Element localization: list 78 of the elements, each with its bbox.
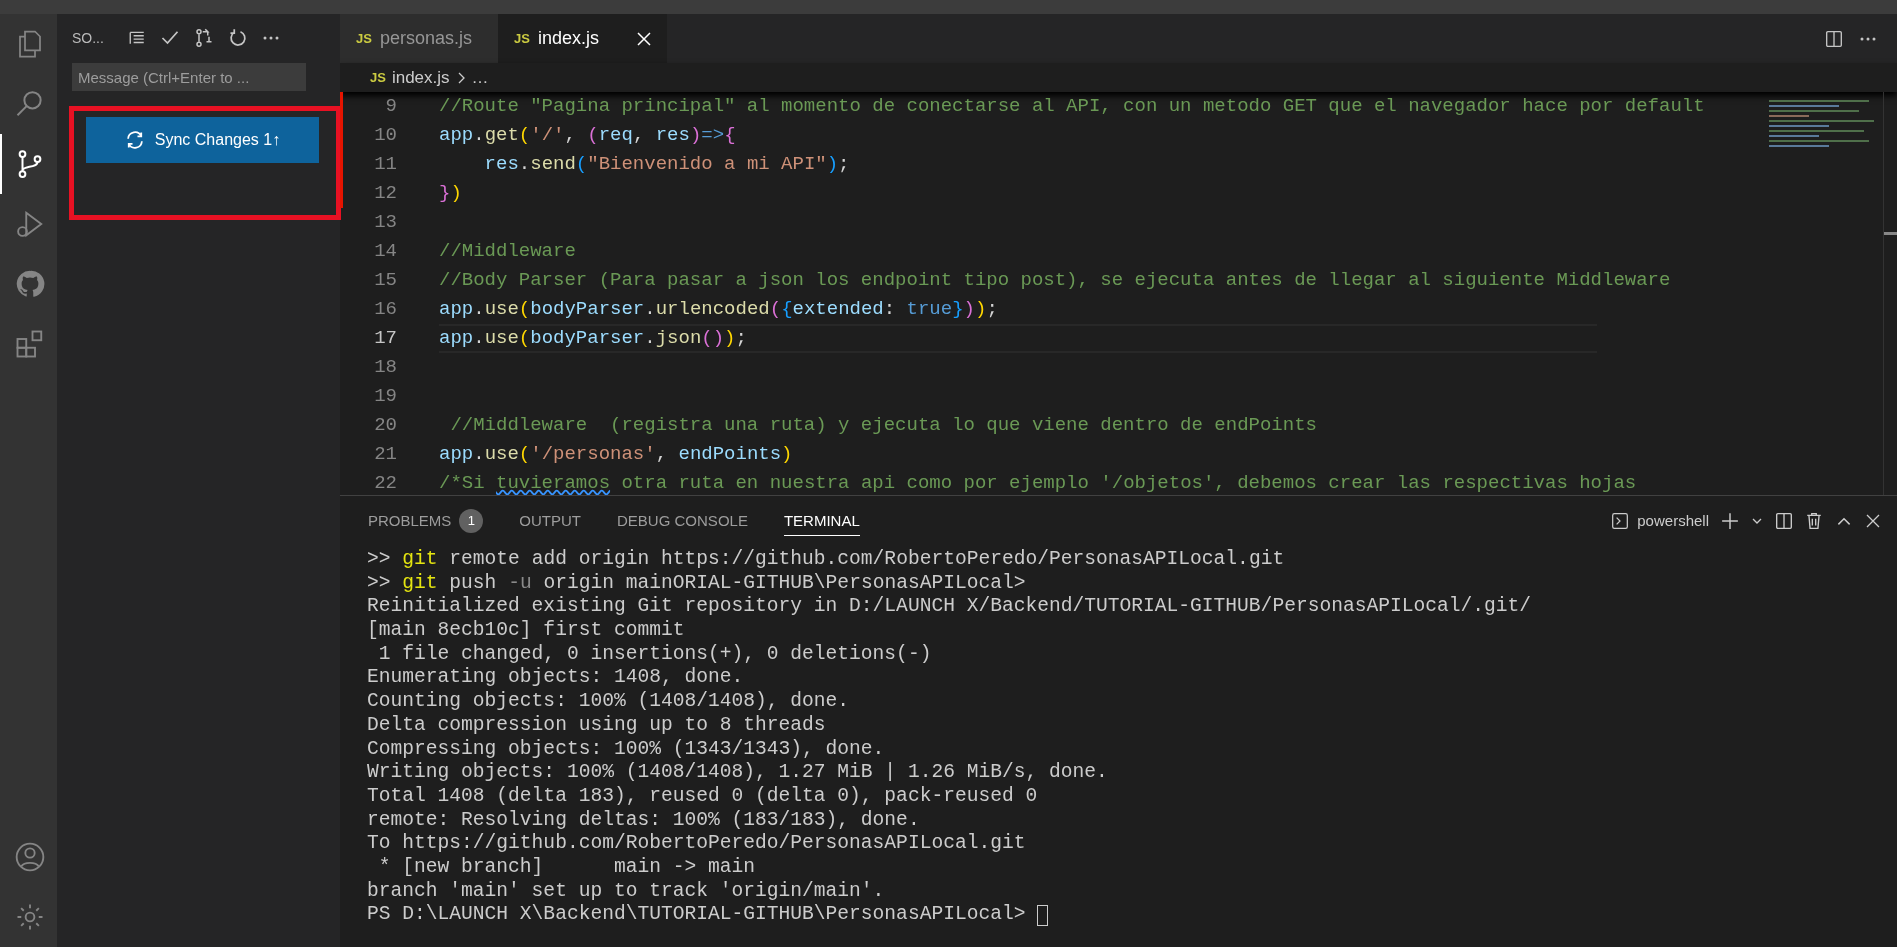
code-comment: //Body Parser (Para pasar a json los endpoint tipo post), se ejecuta antes de llegar al siguiente Middleware [439, 268, 1671, 294]
panel-tab[interactable]: TERMINAL [783, 505, 860, 537]
pull-request-icon[interactable] [193, 28, 214, 48]
terminal-line: Writing objects: 100% (1408/1408), 1.27 MiB | 1.26 MiB/s, done. [367, 761, 1108, 785]
js-file-icon: JS [514, 28, 530, 49]
line-number: 9 [384, 94, 397, 120]
code-comment: /*Si tuvieramos otra ruta en nuestra api como por ejemplo '/objetos', debemos crear las respectivas hojas [439, 471, 1637, 495]
line-number: 10 [373, 123, 397, 149]
terminal-line: PS D:\LAUNCH X\Backend\TUTORIAL-GITHUB\PersonasAPILocal> [367, 903, 1027, 927]
line-number: 14 [373, 239, 397, 265]
close-icon[interactable] [1865, 513, 1881, 529]
line-number: 16 [373, 297, 397, 323]
terminal-line: branch 'main' set up to track 'origin/main'. [367, 879, 885, 904]
breadcrumb-item[interactable]: index.js [391, 64, 450, 91]
code-text: app.use('/personas', endPoints) [439, 442, 793, 468]
line-number: 12 [373, 181, 397, 207]
count-badge: 1 [459, 509, 484, 533]
sync-changes-button[interactable]: Sync Changes 1↑ [86, 117, 319, 163]
refresh-icon[interactable] [227, 28, 248, 48]
panel-tab[interactable]: OUTPUT [519, 505, 582, 537]
code-text: }) [439, 181, 462, 207]
editor-tab[interactable]: JS personas.js [340, 14, 498, 63]
line-number: 18 [373, 355, 397, 381]
tree-view-icon[interactable] [127, 29, 146, 47]
terminal-line: Compressing objects: 100% (1343/1343), done. [367, 737, 885, 762]
terminal-line: >> git remote add origin https://github.com/RobertoPeredo/PersonasAPILocal.git [367, 548, 1285, 572]
terminal-line: >> git push -u origin mainORIAL-GITHUB\PersonasAPILocal> [367, 571, 1026, 596]
commit-message-field[interactable]: Message (Ctrl+Enter to ... [72, 63, 306, 91]
panel-tab[interactable]: DEBUG CONSOLE [617, 505, 748, 537]
line-number: 13 [373, 210, 397, 236]
breadcrumb-item[interactable]: … [471, 64, 489, 91]
split-editor-icon[interactable] [1825, 29, 1843, 48]
terminal-line: remote: Resolving deltas: 100% (183/183), done. [367, 808, 920, 833]
terminal-line: Enumerating objects: 1408, done. [367, 666, 744, 691]
js-file-icon: JS [370, 67, 386, 88]
search-icon[interactable] [14, 89, 45, 119]
code-comment: //Route "Pagina principal" al momento de conectarse al API, con un metodo GET que el navegador hace por default [439, 94, 1705, 120]
line-number: 17 [373, 326, 397, 352]
line-number: 20 [373, 413, 397, 439]
line-number: 22 [373, 471, 397, 495]
chevron-down-icon[interactable] [1751, 516, 1763, 526]
line-number: 19 [373, 384, 397, 410]
tab-label: personas.js [379, 27, 472, 50]
extensions-icon[interactable] [14, 329, 45, 359]
terminal-line: To https://github.com/RobertoPeredo/PersonasAPILocal.git [367, 832, 1026, 856]
line-number: 11 [373, 152, 397, 178]
github-icon[interactable] [14, 269, 45, 299]
plus-icon[interactable] [1721, 512, 1739, 530]
account-icon[interactable] [13, 841, 46, 873]
code-text: app.get('/', (req, res)=>{ [439, 123, 736, 149]
code-text: app.use(bodyParser.urlencoded({extended: true})); [439, 297, 998, 323]
code-text: res.send("Bienvenido a mi API"); [483, 152, 850, 178]
more-icon[interactable] [261, 35, 280, 41]
play-bug-icon[interactable] [14, 209, 45, 239]
split-terminal-icon[interactable] [1775, 512, 1793, 530]
terminal-line: Delta compression using up to 8 threads [367, 713, 826, 738]
code-comment: //Middleware [439, 239, 576, 265]
line-number: 15 [373, 268, 397, 294]
line-number: 21 [373, 442, 397, 468]
js-file-icon: JS [356, 28, 372, 49]
terminal-line: * [new branch] main -> main [377, 855, 756, 880]
panel-tab[interactable]: PROBLEMS 1 [368, 505, 484, 537]
code-comment: //Middleware (registra una ruta) y ejecuta lo que viene dentro de endPoints [449, 413, 1317, 439]
terminal-line: [main 8ecb10c] first commit [367, 619, 685, 643]
terminal-line: Total 1408 (delta 183), reused 0 (delta 0), pack-reused 0 [367, 784, 1038, 809]
terminal-selector[interactable]: powershell [1637, 509, 1709, 533]
more-icon[interactable] [1859, 35, 1877, 42]
tab-label: index.js [537, 27, 599, 50]
editor-tab[interactable]: JS index.js [498, 14, 667, 63]
sync-icon [124, 130, 145, 150]
terminal-line: 1 file changed, 0 insertions(+), 0 deletions(-) [377, 642, 932, 667]
terminal-line: Counting objects: 100% (1408/1408), done. [367, 690, 850, 714]
code-text: app.use(bodyParser.json()); [439, 326, 747, 352]
trash-icon[interactable] [1805, 512, 1823, 530]
terminal-line: Reinitialized existing Git repository in D:/LAUNCH X/Backend/TUTORIAL-GITHUB/PersonasAPILocal/.git/ [367, 595, 1532, 620]
scrollbar[interactable] [1883, 92, 1897, 495]
terminal-icon [1611, 512, 1630, 530]
panel-title: SO... [72, 28, 104, 48]
